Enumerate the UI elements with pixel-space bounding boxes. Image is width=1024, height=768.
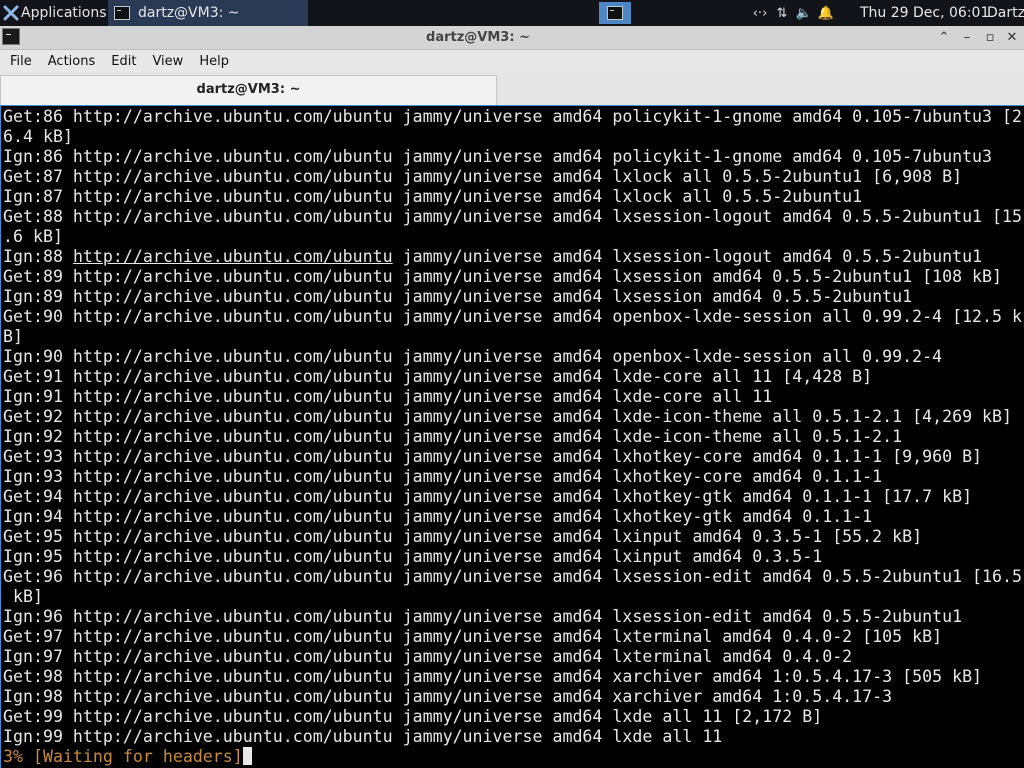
tab-bar: dartz@VM3: ~ (0, 72, 1024, 106)
terminal-line: Get:95 http://archive.ubuntu.com/ubuntu … (3, 527, 923, 546)
terminal-line: .6 kB] (3, 227, 63, 246)
network-arrows-icon[interactable]: ‹·› (749, 6, 771, 21)
xfce-logo-icon (3, 5, 19, 21)
terminal-output: Get:86 http://archive.ubuntu.com/ubuntu … (3, 107, 1022, 767)
notification-bell-icon[interactable]: 🔔 (815, 6, 837, 21)
terminal-line: Ign:87 http://archive.ubuntu.com/ubuntu … (3, 187, 863, 206)
terminal-line: Ign:93 http://archive.ubuntu.com/ubuntu … (3, 467, 883, 486)
download-status-text: 3% [Waiting for headers] (3, 747, 243, 766)
terminal-line: Ign:89 http://archive.ubuntu.com/ubuntu … (3, 287, 913, 306)
terminal-line: Ign:90 http://archive.ubuntu.com/ubuntu … (3, 347, 943, 366)
menu-help[interactable]: Help (191, 54, 237, 69)
top-panel: Applications dartz@VM3: ~ ‹·› ⇅ 🔈 🔔 Thu … (0, 0, 1024, 26)
terminal-line: Get:90 http://archive.ubuntu.com/ubuntu … (3, 307, 1023, 326)
terminal-line: Get:93 http://archive.ubuntu.com/ubuntu … (3, 447, 983, 466)
volume-icon[interactable]: 🔈 (793, 6, 815, 21)
tab-terminal[interactable]: dartz@VM3: ~ (0, 75, 497, 105)
terminal-line: Get:89 http://archive.ubuntu.com/ubuntu … (3, 267, 1003, 286)
panel-clock[interactable]: Thu 29 Dec, 06:01 (860, 0, 989, 26)
terminal-line: Get:88 http://archive.ubuntu.com/ubuntu … (3, 207, 1023, 226)
panel-user-name[interactable]: Dartz (987, 0, 1024, 26)
menubar: File Actions Edit View Help (0, 50, 1024, 72)
terminal-line: Ign:95 http://archive.ubuntu.com/ubuntu … (3, 547, 823, 566)
applications-menu-button[interactable]: Applications (0, 0, 107, 26)
hovered-url-link[interactable]: http://archive.ubuntu.com/ubuntu (73, 247, 393, 266)
maximize-window-icon[interactable]: ▫ (979, 26, 1001, 49)
terminal-status-line: 3% [Waiting for headers] (3, 747, 1022, 767)
network-updown-icon[interactable]: ⇅ (771, 6, 793, 21)
terminal-line: Get:91 http://archive.ubuntu.com/ubuntu … (3, 367, 873, 386)
terminal-icon (607, 6, 623, 20)
terminal-line: Ign:92 http://archive.ubuntu.com/ubuntu … (3, 427, 903, 446)
workspace-switcher[interactable] (599, 2, 631, 24)
terminal-line: Ign:91 http://archive.ubuntu.com/ubuntu … (3, 387, 773, 406)
terminal-icon (114, 6, 130, 20)
system-tray: ‹·› ⇅ 🔈 🔔 (749, 0, 837, 26)
terminal-area[interactable]: Get:86 http://archive.ubuntu.com/ubuntu … (0, 106, 1024, 768)
terminal-line: Ign:98 http://archive.ubuntu.com/ubuntu … (3, 687, 893, 706)
terminal-line: Get:97 http://archive.ubuntu.com/ubuntu … (3, 627, 943, 646)
terminal-line: Get:96 http://archive.ubuntu.com/ubuntu … (3, 567, 1023, 586)
taskbar-window-label: dartz@VM3: ~ (138, 5, 240, 21)
terminal-line: Get:94 http://archive.ubuntu.com/ubuntu … (3, 487, 973, 506)
applications-label: Applications (21, 5, 107, 21)
terminal-line: Ign:97 http://archive.ubuntu.com/ubuntu … (3, 647, 853, 666)
terminal-line: B] (3, 327, 23, 346)
minimize-window-icon[interactable]: – (956, 26, 978, 49)
close-window-icon[interactable]: ✕ (1001, 26, 1023, 49)
menu-edit[interactable]: Edit (103, 54, 144, 69)
menu-file[interactable]: File (0, 54, 40, 69)
terminal-line: Ign:86 http://archive.ubuntu.com/ubuntu … (3, 147, 993, 166)
terminal-line: 6.4 kB] (3, 127, 73, 146)
terminal-line: Get:98 http://archive.ubuntu.com/ubuntu … (3, 667, 983, 686)
terminal-cursor (242, 747, 252, 765)
terminal-line: Get:87 http://archive.ubuntu.com/ubuntu … (3, 167, 963, 186)
terminal-line: Ign:94 http://archive.ubuntu.com/ubuntu … (3, 507, 873, 526)
terminal-line: Ign:99 http://archive.ubuntu.com/ubuntu … (3, 727, 723, 746)
taskbar-window-button[interactable]: dartz@VM3: ~ (108, 0, 308, 26)
menu-view[interactable]: View (144, 54, 191, 69)
shade-window-icon[interactable]: ⌃ (933, 26, 955, 49)
terminal-line: Ign:88 http://archive.ubuntu.com/ubuntu … (3, 247, 983, 266)
terminal-line: Get:86 http://archive.ubuntu.com/ubuntu … (3, 107, 1023, 126)
menu-actions[interactable]: Actions (40, 54, 104, 69)
window-title: dartz@VM3: ~ (426, 30, 530, 45)
window-titlebar[interactable]: dartz@VM3: ~ ⌃ – ▫ ✕ (0, 26, 1024, 50)
terminal-line: Ign:96 http://archive.ubuntu.com/ubuntu … (3, 607, 963, 626)
terminal-line: Get:99 http://archive.ubuntu.com/ubuntu … (3, 707, 823, 726)
terminal-line: kB] (3, 587, 43, 606)
terminal-line: Get:92 http://archive.ubuntu.com/ubuntu … (3, 407, 1013, 426)
